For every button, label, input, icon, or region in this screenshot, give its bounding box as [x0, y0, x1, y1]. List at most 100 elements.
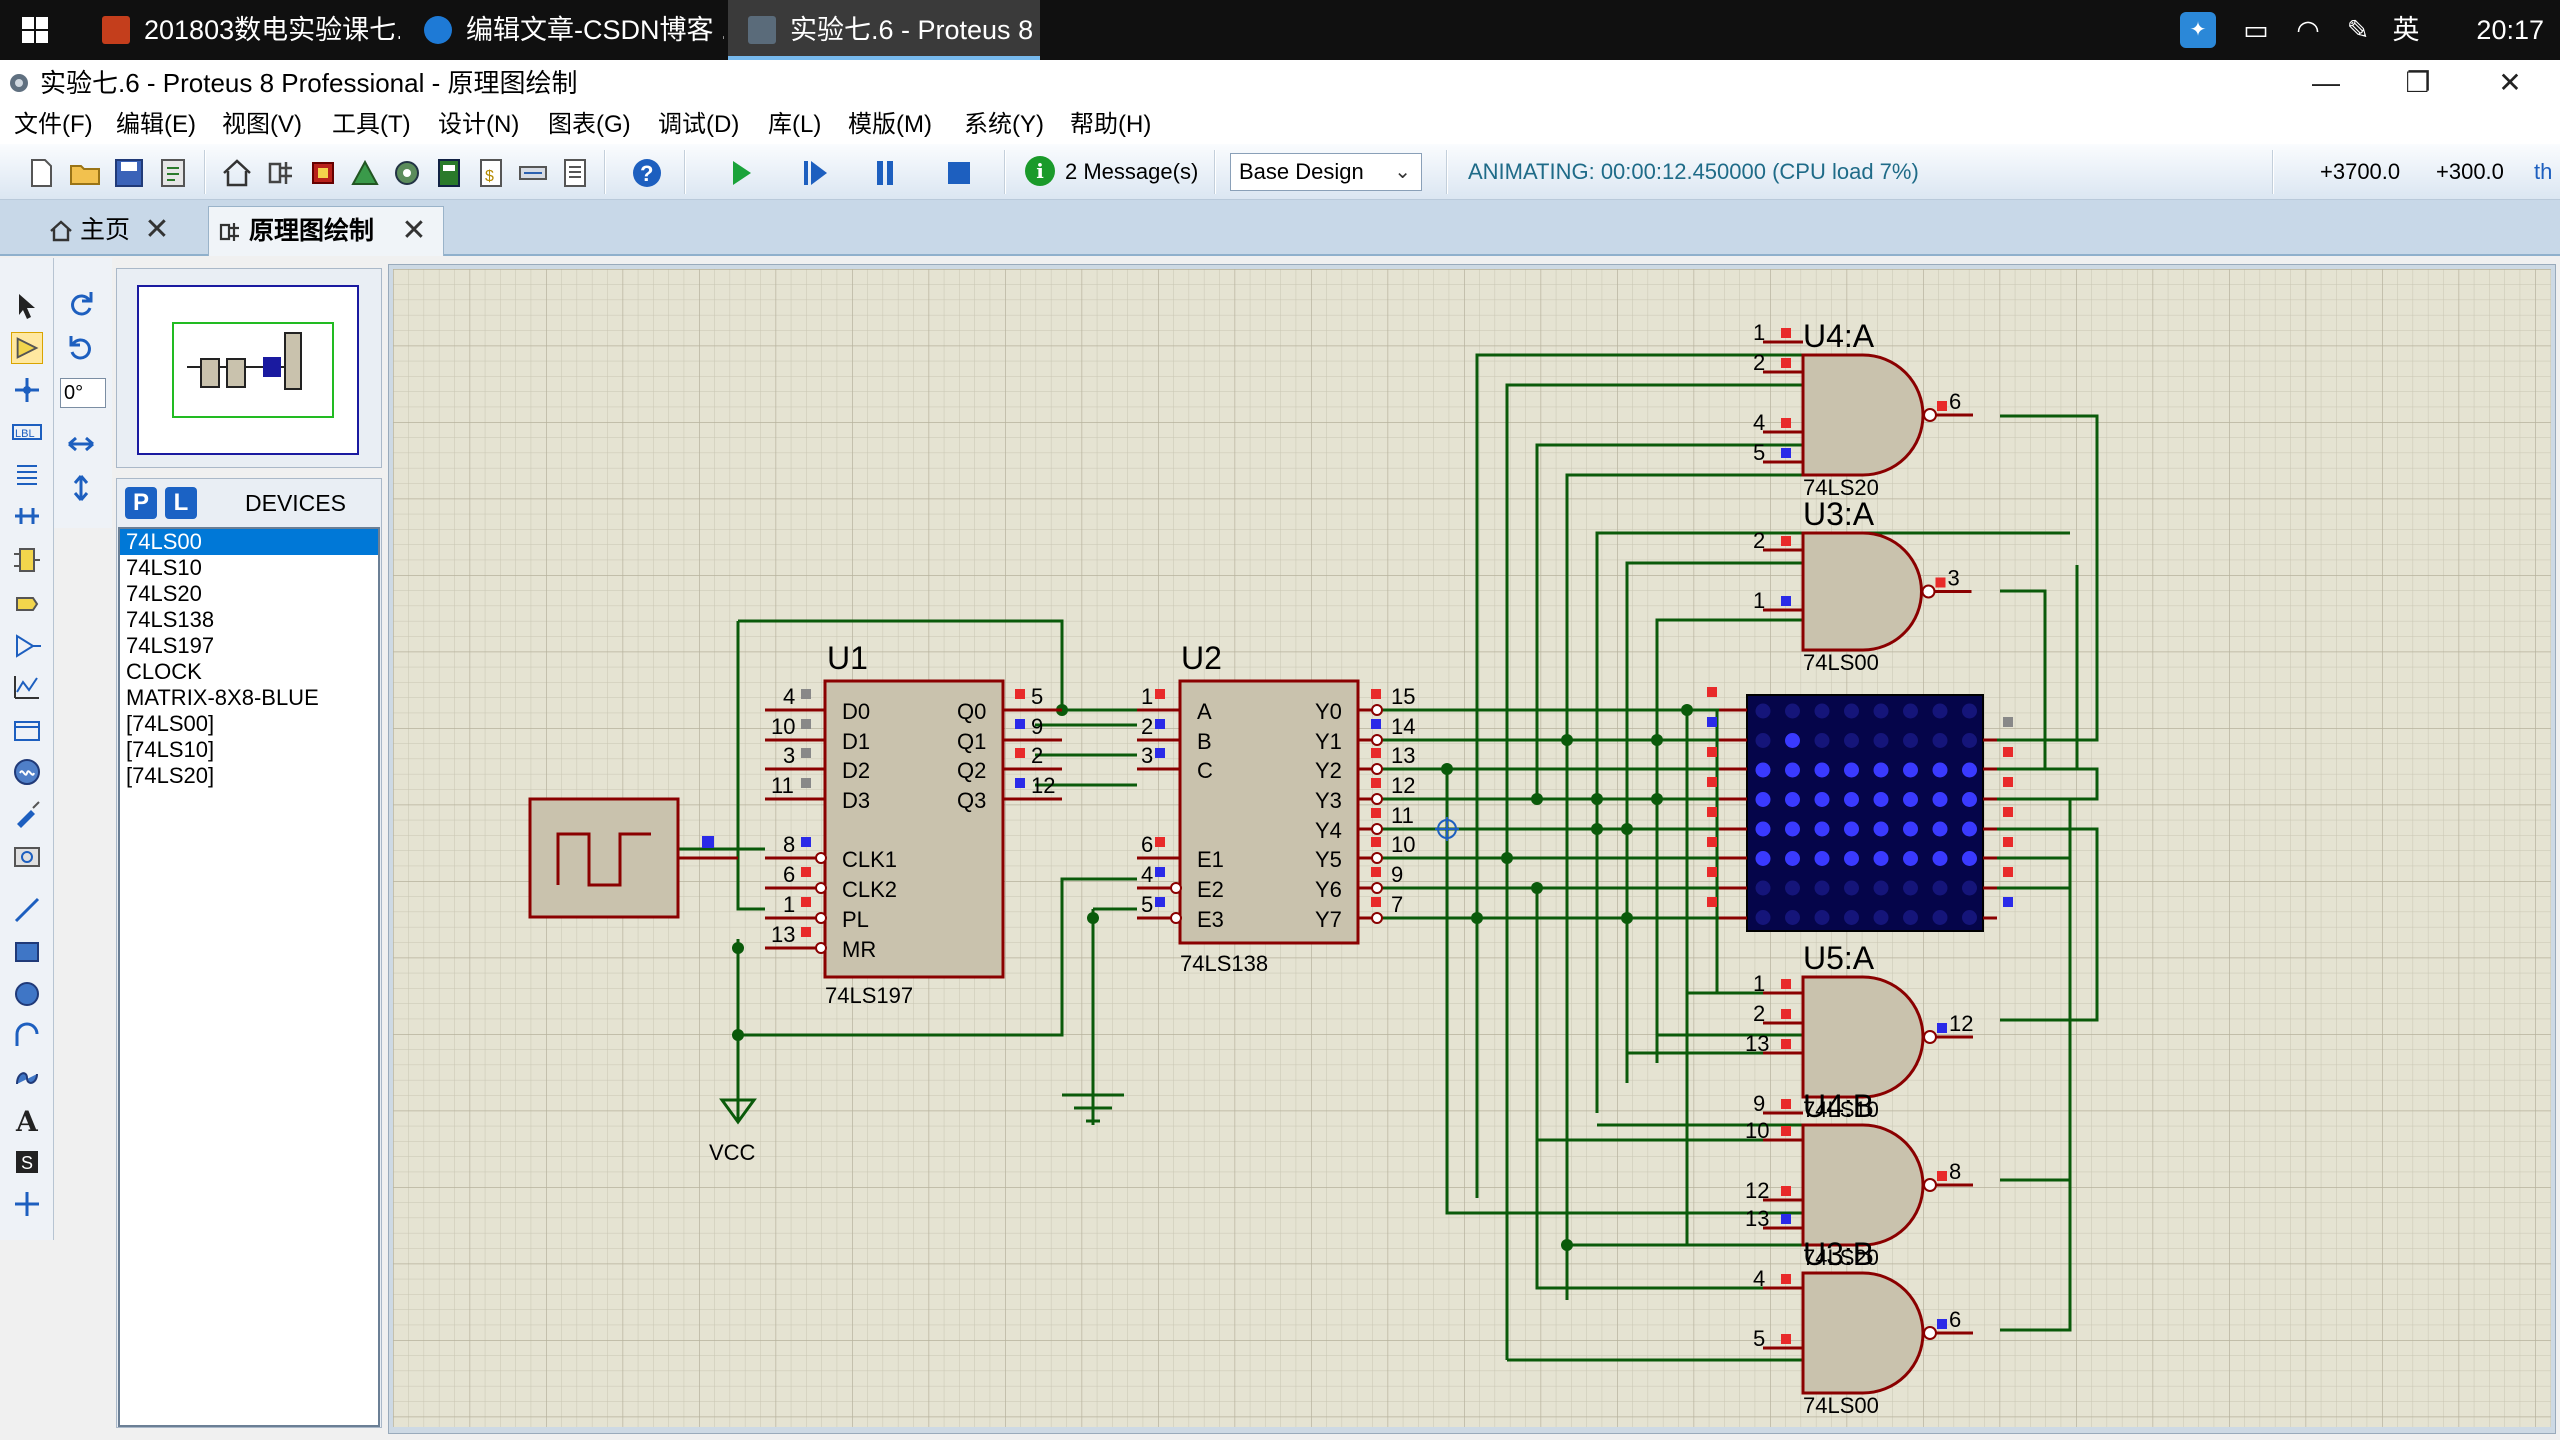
text-icon[interactable]: A: [11, 1104, 43, 1136]
3d-viewer-icon[interactable]: [348, 156, 382, 190]
cursor-y-coordinate: +300.0: [2436, 159, 2504, 184]
ime-indicator[interactable]: 英: [2388, 12, 2424, 48]
mirror-horizontal-icon[interactable]: [65, 428, 97, 460]
taskbar-task-powerpoint[interactable]: 201803数电实验课七...: [82, 0, 400, 60]
schematic-drawing[interactable]: VCC U1 74LS197 D0 D1 D2 D3 CLK1 CLK2 PL …: [393, 269, 2551, 1427]
text-script-icon[interactable]: [11, 458, 43, 490]
taskbar-task-edge[interactable]: 编辑文章-CSDN博客 ...: [404, 0, 724, 60]
battery-icon[interactable]: ▭: [2238, 12, 2274, 48]
menu-template[interactable]: 模版(M): [848, 106, 932, 144]
device-item-74ls197[interactable]: 74LS197: [120, 633, 378, 659]
play-icon[interactable]: [724, 156, 758, 190]
source-code-icon[interactable]: [516, 156, 550, 190]
junction-dot-icon[interactable]: [11, 374, 43, 406]
overview-viewport[interactable]: [137, 285, 359, 455]
device-item-74ls00-bracketed[interactable]: [74LS00]: [120, 711, 378, 737]
schematic-icon[interactable]: [264, 156, 298, 190]
probe-icon[interactable]: [11, 798, 43, 830]
pen-icon[interactable]: ✎: [2340, 12, 2376, 48]
arc-icon[interactable]: [11, 1020, 43, 1052]
info-icon[interactable]: i: [1025, 156, 1055, 186]
generator-icon[interactable]: [11, 756, 43, 788]
bus-icon[interactable]: [11, 500, 43, 532]
menu-view[interactable]: 视图(V): [222, 106, 302, 144]
graph-icon[interactable]: [11, 672, 43, 704]
units-label[interactable]: th: [2534, 144, 2552, 200]
pick-devices-button[interactable]: P: [125, 487, 157, 519]
subcircuit-icon[interactable]: [11, 544, 43, 576]
tab-schematic[interactable]: 原理图绘制 ✕: [208, 206, 444, 256]
led-dot: [1903, 762, 1918, 778]
schematic-canvas[interactable]: VCC U1 74LS197 D0 D1 D2 D3 CLK1 CLK2 PL …: [393, 269, 2551, 1427]
component-mode-icon[interactable]: [11, 332, 43, 364]
terminal-icon[interactable]: [11, 588, 43, 620]
menu-debug[interactable]: 调试(D): [658, 106, 739, 144]
close-icon[interactable]: ✕: [142, 206, 172, 254]
maximize-button[interactable]: ❐: [2372, 60, 2464, 106]
rotate-anticlockwise-icon[interactable]: [65, 332, 97, 364]
wire-label-icon[interactable]: LBL: [11, 416, 43, 448]
device-item-clock[interactable]: CLOCK: [120, 659, 378, 685]
menu-graph[interactable]: 图表(G): [548, 106, 631, 144]
library-manager-button[interactable]: L: [165, 487, 197, 519]
menu-file[interactable]: 文件(F): [14, 106, 93, 144]
help-icon[interactable]: ?: [630, 156, 664, 190]
clock[interactable]: 20:17: [2476, 0, 2544, 60]
overview-window[interactable]: [116, 268, 382, 468]
messages-count[interactable]: 2 Message(s): [1065, 144, 1198, 200]
led-matrix[interactable]: [1707, 687, 2013, 932]
design-explorer-icon[interactable]: [432, 156, 466, 190]
pin-number: 5: [1753, 440, 1765, 465]
design-variant-select[interactable]: Base Design ⌄: [1230, 153, 1422, 191]
circle-icon[interactable]: [11, 978, 43, 1010]
virtual-instrument-icon[interactable]: [11, 840, 43, 872]
close-button[interactable]: ✕: [2464, 60, 2556, 106]
new-file-icon[interactable]: [24, 156, 58, 190]
closed-path-icon[interactable]: [11, 1062, 43, 1094]
start-button[interactable]: [0, 0, 72, 60]
toolbar: $ ? i 2 Message(s) Base Design ⌄ ANIMATI…: [0, 144, 2560, 200]
device-item-74ls00[interactable]: 74LS00: [120, 529, 378, 555]
device-pin-icon[interactable]: [11, 630, 43, 662]
gerber-icon[interactable]: [390, 156, 424, 190]
mirror-vertical-icon[interactable]: [65, 472, 97, 504]
step-icon[interactable]: [798, 156, 832, 190]
taskbar-task-proteus[interactable]: 实验七.6 - Proteus 8 ...: [728, 0, 1040, 60]
menu-tools[interactable]: 工具(T): [332, 106, 411, 144]
marker-icon[interactable]: [11, 1188, 43, 1220]
symbol-icon[interactable]: S: [11, 1146, 43, 1178]
stop-icon[interactable]: [942, 156, 976, 190]
notes-icon[interactable]: [558, 156, 592, 190]
menu-library[interactable]: 库(L): [768, 106, 821, 144]
close-icon[interactable]: ✕: [399, 207, 429, 255]
notification-app-icon[interactable]: ✦: [2180, 12, 2216, 48]
rotate-clockwise-icon[interactable]: [65, 288, 97, 320]
pause-icon[interactable]: [868, 156, 902, 190]
device-item-74ls20-bracketed[interactable]: [74LS20]: [120, 763, 378, 789]
menu-edit[interactable]: 编辑(E): [116, 106, 196, 144]
line-icon[interactable]: [11, 894, 43, 926]
menu-design[interactable]: 设计(N): [438, 106, 519, 144]
selection-mode-icon[interactable]: [11, 290, 43, 322]
tab-home[interactable]: 主页 ✕: [40, 206, 180, 256]
minimize-button[interactable]: —: [2280, 60, 2372, 106]
device-item-74ls10[interactable]: 74LS10: [120, 555, 378, 581]
box-icon[interactable]: [11, 936, 43, 968]
device-list[interactable]: 74LS00 74LS10 74LS20 74LS138 74LS197 CLO…: [118, 527, 380, 1427]
wifi-icon[interactable]: ◠: [2290, 12, 2326, 48]
device-item-74ls138[interactable]: 74LS138: [120, 607, 378, 633]
device-item-matrix[interactable]: MATRIX-8X8-BLUE: [120, 685, 378, 711]
menu-system[interactable]: 系统(Y): [964, 106, 1044, 144]
menu-help[interactable]: 帮助(H): [1070, 106, 1151, 144]
bill-of-materials-icon[interactable]: $: [474, 156, 508, 190]
tape-recorder-icon[interactable]: [11, 714, 43, 746]
device-item-74ls20[interactable]: 74LS20: [120, 581, 378, 607]
device-item-74ls10-bracketed[interactable]: [74LS10]: [120, 737, 378, 763]
led-dot: [1962, 880, 1977, 896]
open-folder-icon[interactable]: [68, 156, 102, 190]
rotation-angle-field[interactable]: 0°: [60, 378, 106, 408]
import-icon[interactable]: [156, 156, 190, 190]
pcb-layout-icon[interactable]: [306, 156, 340, 190]
home-icon[interactable]: [220, 156, 254, 190]
save-icon[interactable]: [112, 156, 146, 190]
